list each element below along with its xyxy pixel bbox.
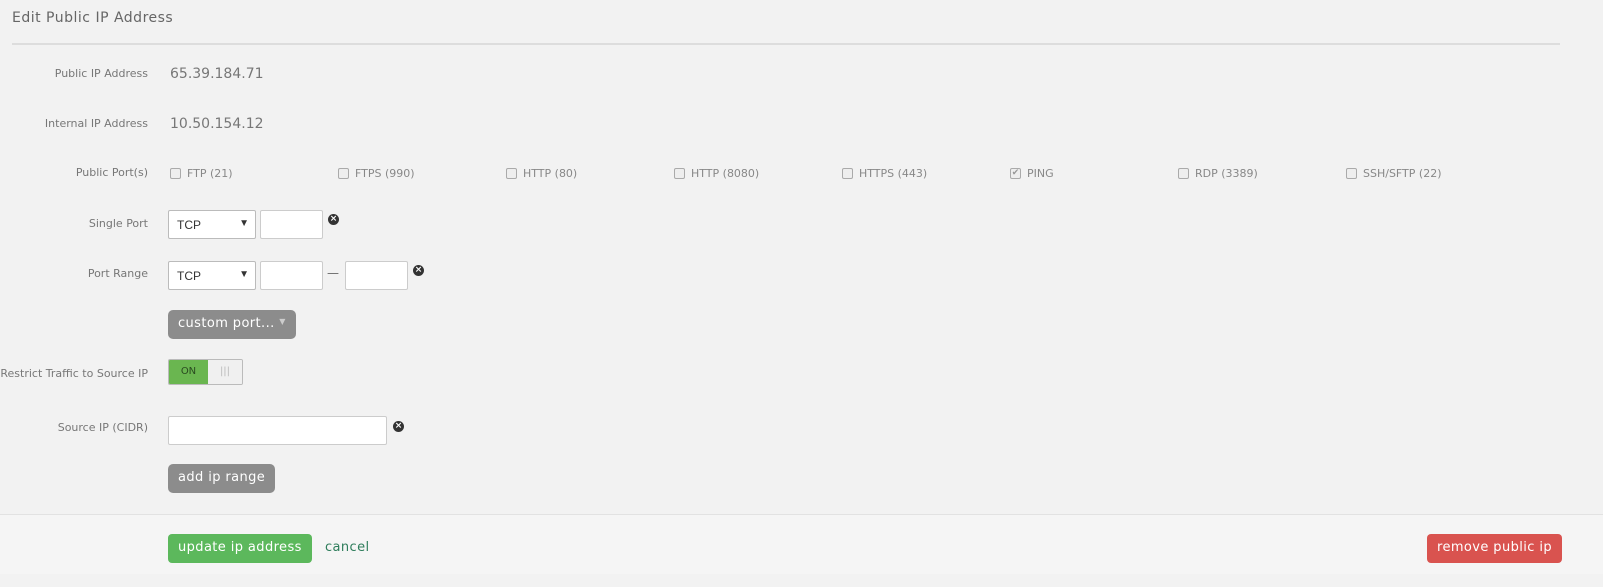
- port-range-label: Port Range: [87, 267, 148, 280]
- port-label: HTTP (80): [523, 167, 578, 180]
- port-checkbox-item[interactable]: FTPS (990): [338, 167, 415, 180]
- add-ip-range-button[interactable]: add ip range: [168, 464, 276, 493]
- port-label: HTTP (8080): [691, 167, 760, 180]
- close-circle-icon[interactable]: ×: [393, 421, 404, 432]
- port-range-to-input[interactable]: [345, 261, 408, 290]
- footer: update ip address cancel remove public i…: [0, 514, 1603, 574]
- internal-ip-value: 10.50.154.12: [170, 116, 264, 132]
- single-port-label: Single Port: [88, 217, 148, 230]
- public-ip-label: Public IP Address: [54, 67, 148, 80]
- port-checkbox-item[interactable]: SSH/SFTP (22): [1346, 167, 1442, 180]
- port-checkbox-item[interactable]: RDP (3389): [1178, 167, 1258, 180]
- custom-port-label: custom port...: [178, 316, 275, 331]
- port-range-protocol-select[interactable]: TCP ▼: [168, 261, 256, 290]
- checkbox[interactable]: [842, 168, 853, 179]
- source-ip-label: Source IP (CIDR): [57, 421, 148, 434]
- caret-down-icon: ▼: [239, 269, 249, 280]
- port-label: HTTPS (443): [859, 167, 928, 180]
- close-circle-icon[interactable]: ×: [328, 214, 339, 225]
- single-port-input[interactable]: [260, 210, 323, 239]
- port-label: PING: [1027, 167, 1054, 180]
- checkbox[interactable]: ✔: [1010, 168, 1021, 179]
- port-checkbox-item[interactable]: FTP (21): [170, 167, 233, 180]
- caret-down-icon: ▼: [239, 218, 249, 229]
- port-label: FTP (21): [187, 167, 233, 180]
- port-label: FTPS (990): [355, 167, 415, 180]
- toggle-on-label: ON: [169, 360, 208, 384]
- restrict-traffic-toggle[interactable]: ON |||: [168, 359, 243, 385]
- checkbox[interactable]: [1178, 168, 1189, 179]
- internal-ip-label: Internal IP Address: [44, 117, 148, 130]
- range-dash: —: [327, 266, 339, 280]
- selected-value: TCP: [177, 218, 201, 232]
- port-range-from-input[interactable]: [260, 261, 323, 290]
- checkbox[interactable]: [338, 168, 349, 179]
- update-ip-address-button[interactable]: update ip address: [168, 534, 312, 563]
- selected-value: TCP: [177, 269, 201, 283]
- public-ip-value: 65.39.184.71: [170, 66, 264, 82]
- checkbox[interactable]: [674, 168, 685, 179]
- port-checkbox-item[interactable]: HTTP (80): [506, 167, 577, 180]
- toggle-handle: |||: [208, 360, 242, 384]
- port-checkbox-item[interactable]: HTTPS (443): [842, 167, 927, 180]
- checkbox[interactable]: [170, 168, 181, 179]
- close-circle-icon[interactable]: ×: [413, 265, 424, 276]
- source-ip-input[interactable]: [168, 416, 387, 445]
- port-checkbox-item[interactable]: ✔ PING: [1010, 167, 1054, 180]
- single-port-protocol-select[interactable]: TCP ▼: [168, 210, 256, 239]
- custom-port-dropdown-button[interactable]: custom port... ▼: [168, 310, 296, 339]
- public-ports-label: Public Port(s): [75, 166, 148, 179]
- remove-public-ip-button[interactable]: remove public ip: [1427, 534, 1563, 563]
- cancel-link[interactable]: cancel: [325, 540, 370, 555]
- port-label: SSH/SFTP (22): [1363, 167, 1442, 180]
- port-label: RDP (3389): [1195, 167, 1258, 180]
- page-title: Edit Public IP Address: [12, 10, 174, 26]
- restrict-traffic-label: Restrict Traffic to Source IP: [0, 367, 148, 380]
- checkbox[interactable]: [1346, 168, 1357, 179]
- port-checkbox-item[interactable]: HTTP (8080): [674, 167, 759, 180]
- checkbox[interactable]: [506, 168, 517, 179]
- caret-down-icon: ▼: [279, 317, 286, 326]
- divider: [12, 43, 1560, 45]
